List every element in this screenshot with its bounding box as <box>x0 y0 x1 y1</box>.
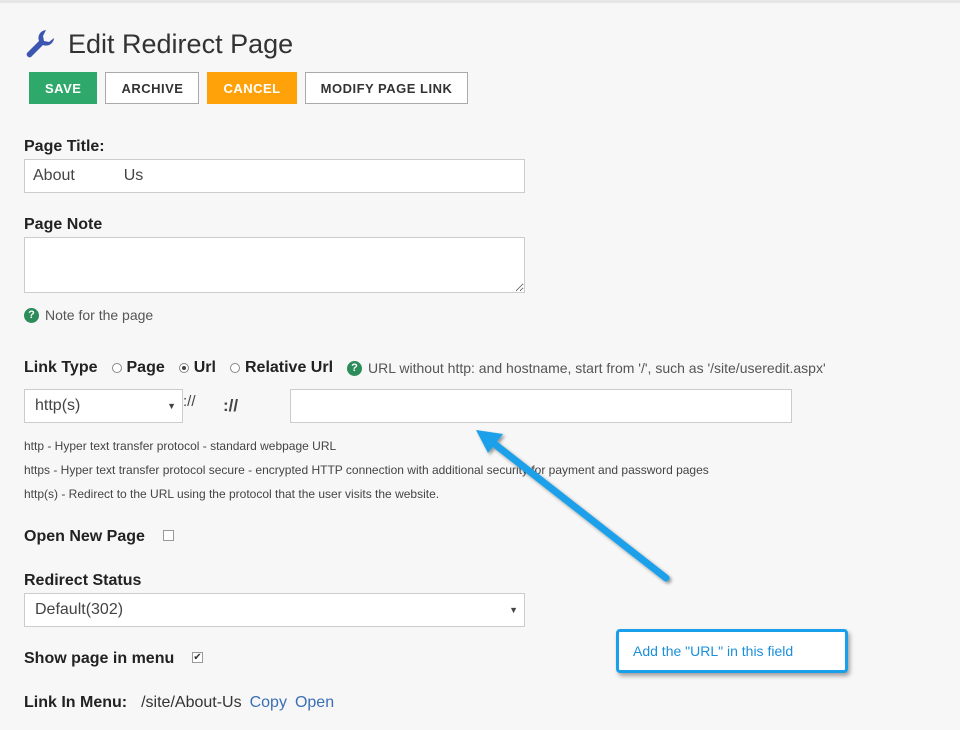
annotation-callout: Add the "URL" in this field <box>616 629 848 673</box>
annotation-callout-text: Add the "URL" in this field <box>633 643 794 659</box>
annotation-arrow <box>476 430 670 582</box>
